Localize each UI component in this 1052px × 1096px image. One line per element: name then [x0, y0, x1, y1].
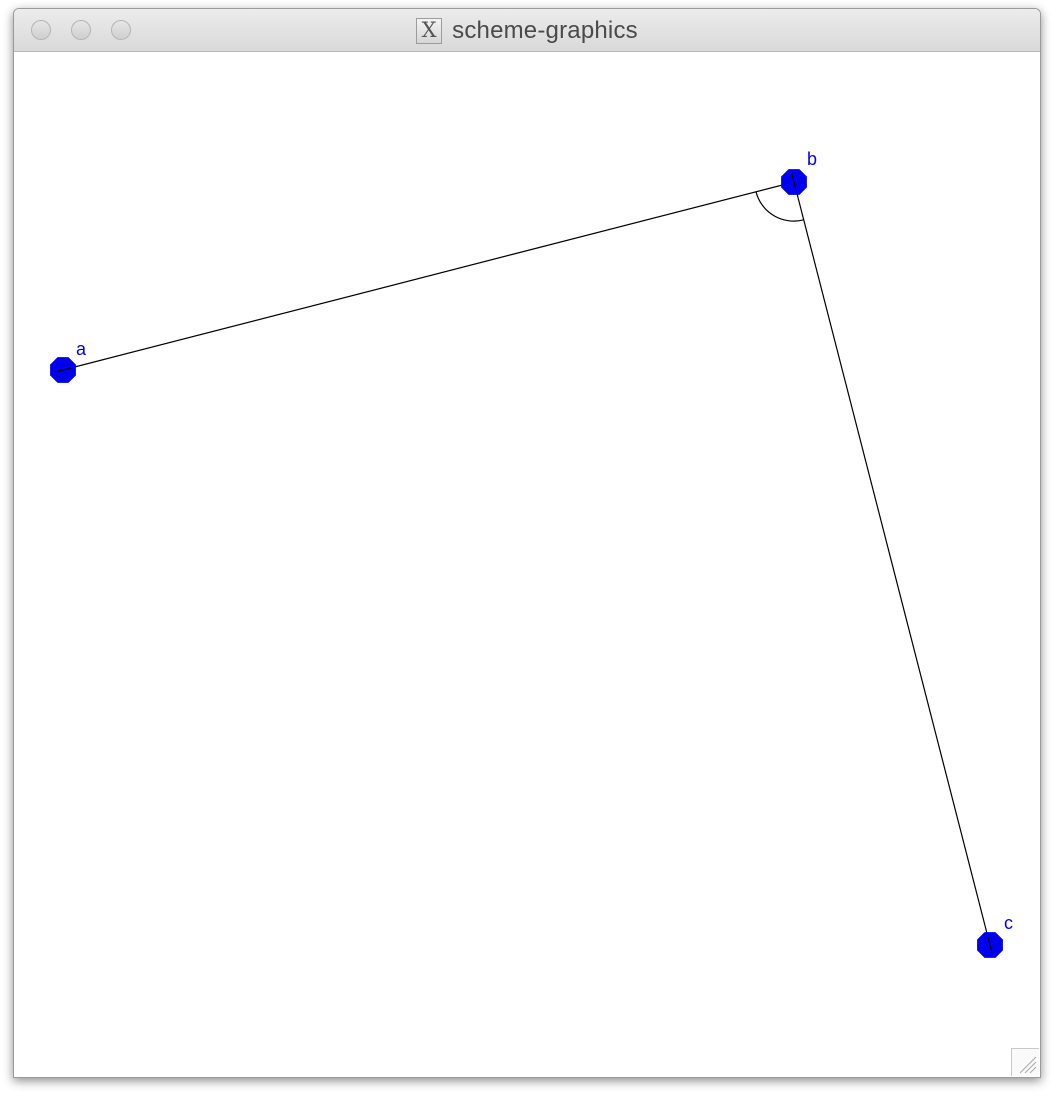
geometry-drawing[interactable]: a b c	[14, 52, 1040, 1077]
application-window: X scheme-graphics a b c	[13, 8, 1041, 1078]
segment-b-c	[793, 181, 991, 946]
title-group: X scheme-graphics	[14, 9, 1040, 52]
point-a-label: a	[76, 339, 87, 359]
resize-grip-lines	[1019, 1056, 1037, 1074]
resize-grip-icon[interactable]	[1011, 1048, 1039, 1076]
point-b-label: b	[807, 149, 817, 169]
angle-marker-b	[755, 191, 804, 222]
drawing-canvas[interactable]: a b c	[14, 52, 1040, 1077]
x11-icon: X	[416, 17, 443, 44]
window-title: scheme-graphics	[452, 16, 638, 44]
point-c-label: c	[1004, 913, 1013, 933]
x11-icon-glyph: X	[421, 18, 437, 42]
segment-a-b	[62, 181, 795, 371]
title-bar[interactable]: X scheme-graphics	[14, 9, 1040, 52]
